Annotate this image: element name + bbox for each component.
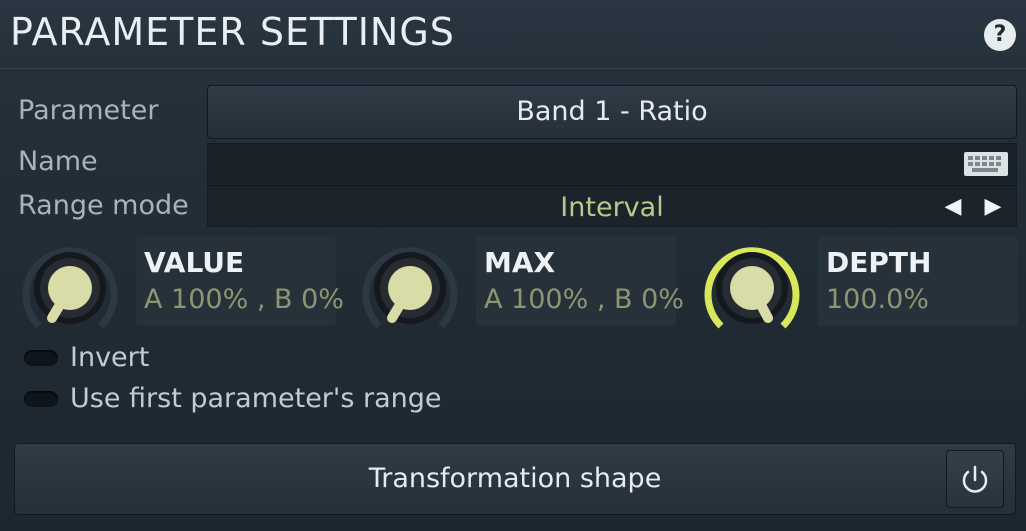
depth-knob[interactable] [692, 230, 812, 340]
power-icon[interactable] [946, 450, 1004, 508]
max-knob[interactable] [350, 230, 470, 340]
transformation-shape-button[interactable]: Transformation shape [14, 443, 1016, 515]
arrow-right-icon[interactable]: ▶ [980, 193, 1006, 221]
parameter-settings-panel: PARAMETER SETTINGS ? Parameter Band 1 - … [0, 0, 1026, 531]
parameter-label: Parameter [18, 95, 159, 126]
keyboard-icon[interactable] [964, 152, 1008, 176]
invert-toggle[interactable] [24, 350, 58, 366]
value-knob-value: A 100% , B 0% [144, 284, 344, 315]
max-knob-title: MAX [484, 246, 556, 279]
depth-knob-value: 100.0% [826, 284, 929, 315]
max-knob-value: A 100% , B 0% [484, 284, 684, 315]
value-knob-title: VALUE [144, 246, 245, 279]
transformation-shape-label: Transformation shape [368, 463, 662, 494]
power-icon-glyph [962, 465, 988, 493]
depth-knob-block[interactable]: DEPTH 100.0% [692, 236, 1018, 329]
name-field[interactable] [207, 143, 1017, 187]
page-title: PARAMETER SETTINGS [10, 10, 455, 54]
value-knob[interactable] [10, 230, 130, 340]
range-mode-selector[interactable]: Interval ◀ ▶ [207, 188, 1017, 227]
arrow-left-icon[interactable]: ◀ [940, 193, 966, 221]
range-mode-value: Interval [560, 192, 664, 223]
invert-label: Invert [70, 342, 150, 373]
parameter-select-button[interactable]: Band 1 - Ratio [207, 85, 1017, 139]
range-mode-label: Range mode [18, 190, 189, 221]
name-label: Name [18, 146, 98, 177]
max-knob-block[interactable]: MAX A 100% , B 0% [350, 236, 684, 329]
depth-knob-title: DEPTH [826, 246, 932, 279]
help-icon[interactable]: ? [984, 19, 1016, 51]
use-first-range-toggle[interactable] [24, 391, 58, 407]
use-first-range-label: Use first parameter's range [70, 383, 442, 414]
value-knob-block[interactable]: VALUE A 100% , B 0% [10, 236, 344, 329]
header: PARAMETER SETTINGS ? [0, 0, 1026, 69]
